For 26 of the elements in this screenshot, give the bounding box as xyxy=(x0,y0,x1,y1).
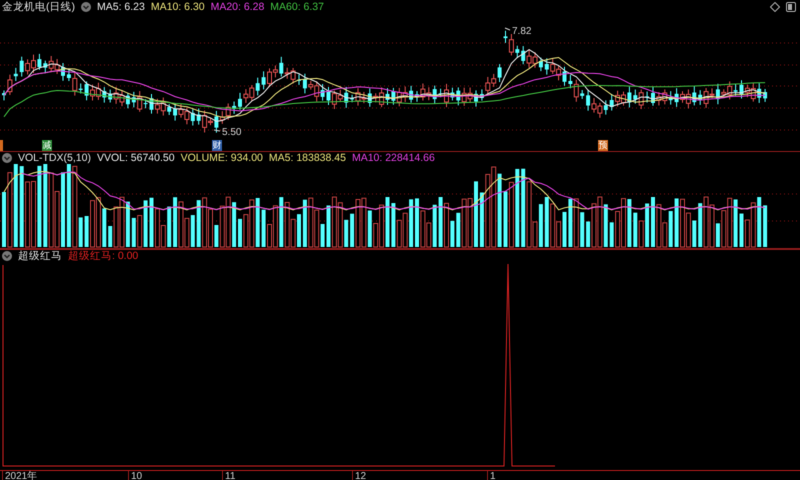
volume-value: MA10: 228414.66 xyxy=(352,152,435,164)
ma-value: MA5: 6.23 xyxy=(97,0,145,12)
axis-label: 1 xyxy=(487,471,496,480)
axis-label: 12 xyxy=(352,471,366,480)
axis-label: 11 xyxy=(222,471,236,480)
event-badge[interactable]: 减 xyxy=(42,140,52,151)
stock-title: 金龙机电(日线) xyxy=(2,0,75,14)
event-badge[interactable]: 预 xyxy=(598,140,608,151)
volume-value: VVOL: 56740.50 xyxy=(96,152,175,164)
volume-value: MA5: 183838.45 xyxy=(268,152,346,164)
low-price-label: 5.50 xyxy=(222,127,242,138)
ma-value: MA10: 6.30 xyxy=(150,0,205,12)
indicator-value: 超级红马: 0.00 xyxy=(68,248,138,263)
event-badge[interactable]: 财 xyxy=(212,140,222,151)
high-price-label: 7.82 xyxy=(512,26,532,37)
indicator-title: 超级红马 xyxy=(18,248,62,263)
dropdown-icon[interactable] xyxy=(2,152,12,163)
volume-title: VOL-TDX(5,10) xyxy=(18,152,91,164)
window-icon[interactable] xyxy=(786,2,796,12)
volume-value: VOLUME: 934.00 xyxy=(180,152,263,164)
dropdown-icon[interactable] xyxy=(2,250,12,261)
diamond-icon[interactable] xyxy=(770,2,780,12)
ma-value: MA60: 6.37 xyxy=(270,0,324,12)
dropdown-icon[interactable] xyxy=(81,2,91,12)
ma-value: MA20: 6.28 xyxy=(210,0,264,12)
axis-label: 10 xyxy=(128,471,142,480)
